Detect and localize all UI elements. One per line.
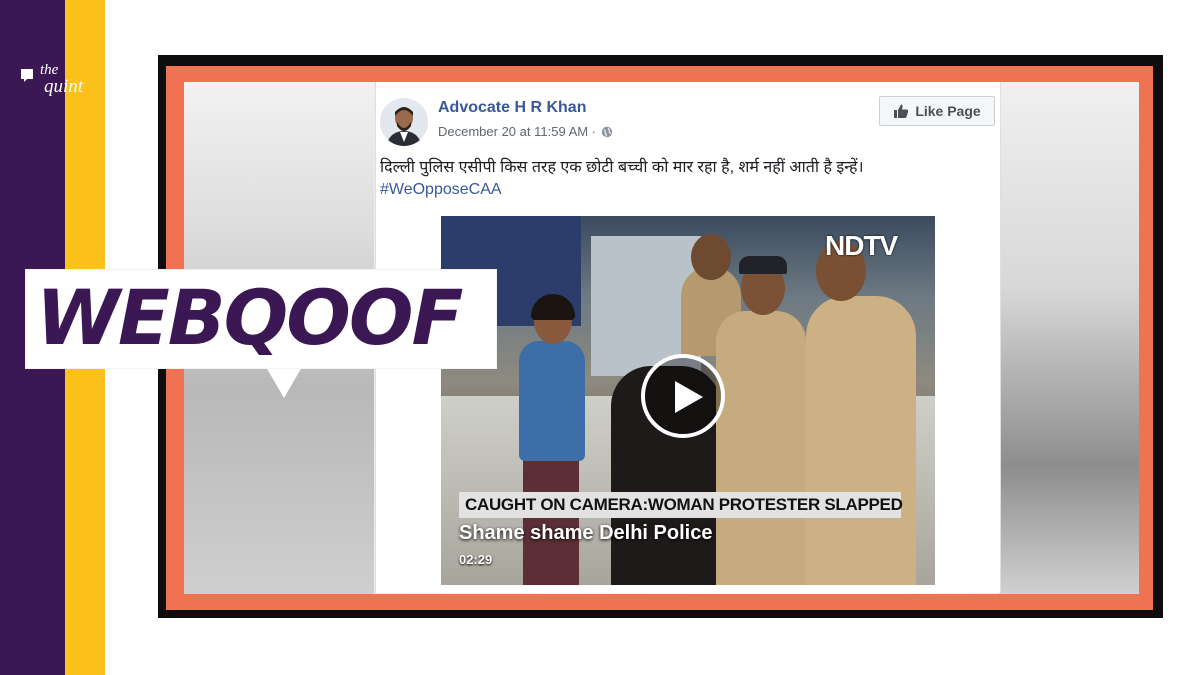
video-caption-text: CAUGHT ON CAMERA:WOMAN PROTESTER SLAPPED [465,495,903,514]
video-duration: 02:29 [459,552,493,567]
video-scene-person [739,256,787,274]
post-text: दिल्ली पुलिस एसीपी किस तरह एक छोटी बच्ची… [380,159,864,176]
like-page-label: Like Page [915,103,981,119]
ndtv-logo: NDTV [825,230,898,261]
the-quint-logo[interactable]: the quint [18,62,90,106]
video-caption-bar: CAUGHT ON CAMERA:WOMAN PROTESTER SLAPPED [459,492,903,518]
video-scene-person [806,296,916,585]
webqoof-title: WEBQOOF [36,273,463,362]
video-scene-person [691,234,731,280]
blurred-background-right [999,82,1139,594]
author-avatar[interactable] [380,98,428,146]
video-player[interactable]: NDTV CAUGHT ON CAMERA:WOMAN PROTESTER SL… [441,216,935,585]
play-button[interactable] [641,354,725,438]
post-meta: December 20 at 11:59 AM · [438,124,613,139]
quint-mark-icon [21,69,33,82]
thumbs-up-icon [894,104,909,118]
like-page-button[interactable]: Like Page [879,96,995,126]
video-scene-person [523,456,579,585]
logo-text-quint: quint [44,76,84,97]
post-hashtag[interactable]: #WeOpposeCAA [380,181,502,199]
video-scene-person [716,311,806,585]
video-title: Shame shame Delhi Police [459,522,713,544]
author-name[interactable]: Advocate H R Khan [438,99,586,117]
video-scene-person [519,341,585,461]
play-icon [675,381,703,413]
globe-icon [601,126,613,137]
post-timestamp[interactable]: December 20 at 11:59 AM · [438,124,596,139]
avatar-photo-icon [380,98,428,146]
